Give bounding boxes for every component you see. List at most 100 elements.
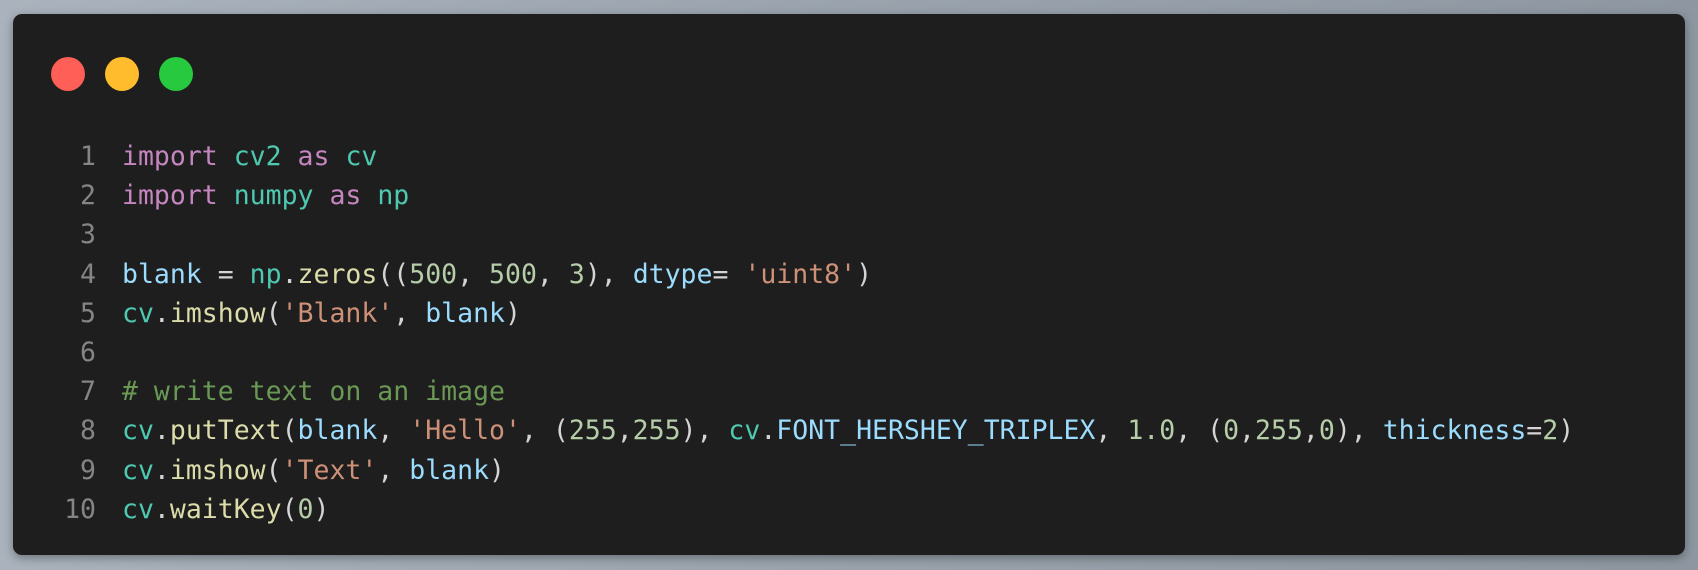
- line-number: 4: [80, 258, 96, 290]
- code-text: cv.waitKey(0): [122, 490, 329, 529]
- code-token-plain: ,: [377, 454, 410, 486]
- code-token-plain: ,: [377, 415, 410, 447]
- code-token-number: 1.0: [1127, 415, 1176, 447]
- code-token-plain: ,: [1302, 415, 1319, 447]
- code-token-module: np: [377, 180, 410, 212]
- code-token-string: 'Text': [281, 454, 378, 486]
- code-token-function: waitKey: [169, 493, 282, 525]
- code-token-number: 0: [1318, 415, 1335, 447]
- code-token-module: np: [249, 258, 282, 290]
- code-token-plain: ): [856, 258, 873, 290]
- code-token-plain: ): [313, 493, 330, 525]
- code-text: import numpy as np: [122, 176, 409, 215]
- code-token-function: putText: [169, 415, 282, 447]
- code-token-module: cv: [728, 415, 761, 447]
- code-token-plain: .: [153, 297, 170, 329]
- code-token-keyword: import: [122, 141, 218, 172]
- line-number: 3: [80, 219, 96, 251]
- code-token-number: 0: [1223, 415, 1240, 447]
- code-text: cv.imshow('Text', blank): [122, 451, 505, 490]
- code-token-plain: =: [1526, 415, 1543, 447]
- code-text: blank = np.zeros((500, 500, 3), dtype= '…: [122, 255, 872, 294]
- code-token-plain: (: [265, 297, 282, 329]
- code-token-number: 2: [1542, 415, 1559, 447]
- code-token-number: 3: [568, 258, 585, 290]
- code-token-plain: ,: [1239, 415, 1255, 447]
- code-token-number: 255: [1255, 415, 1303, 447]
- code-token-plain: (: [281, 415, 298, 447]
- code-token-variable: thickness: [1382, 415, 1527, 447]
- code-token-variable: blank: [425, 297, 505, 329]
- code-text: cv.putText(blank, 'Hello', (255,255), cv…: [122, 411, 1574, 450]
- code-token-plain: (: [281, 493, 298, 525]
- close-button[interactable]: [51, 57, 85, 91]
- line-number: 2: [80, 180, 96, 212]
- line-number: 5: [80, 297, 96, 329]
- code-token-number: 500: [409, 258, 458, 290]
- line-number: 1: [80, 141, 96, 172]
- code-token-module: cv: [122, 493, 154, 525]
- code-token-keyword: as: [297, 141, 330, 172]
- code-token-module: cv: [122, 297, 154, 329]
- code-token-plain: ): [489, 454, 505, 486]
- code-token-comment: # write text on an image: [122, 376, 505, 408]
- line-number: 7: [80, 376, 96, 408]
- code-token-plain: , (: [520, 415, 569, 447]
- code-token-module: cv2: [233, 141, 282, 172]
- code-token-module: cv: [122, 415, 154, 447]
- line-number: 9: [80, 454, 96, 486]
- code-token-plain: ,: [616, 415, 633, 447]
- code-text: cv.imshow('Blank', blank): [122, 294, 521, 333]
- maximize-button[interactable]: [159, 57, 193, 91]
- code-token-number: 500: [489, 258, 537, 290]
- code-token-plain: ,: [536, 258, 569, 290]
- code-token-function: zeros: [297, 258, 378, 290]
- code-token-plain: ),: [584, 258, 633, 290]
- code-token-number: 255: [568, 415, 617, 447]
- code-token-plain: ,: [393, 297, 426, 329]
- code-token-module: numpy: [233, 180, 314, 212]
- code-token-variable: blank: [409, 454, 490, 486]
- line-number: 6: [80, 336, 96, 368]
- code-token-function: imshow: [169, 454, 266, 486]
- code-token-plain: ),: [1334, 415, 1383, 447]
- code-token-plain: ((: [377, 258, 410, 290]
- code-token-plain: .: [153, 415, 170, 447]
- code-token-string: 'Blank': [281, 297, 394, 329]
- code-token-function: imshow: [169, 297, 266, 329]
- code-token-number: 0: [297, 493, 314, 525]
- code-token-keyword: import: [122, 180, 218, 212]
- code-window: 1 import cv2 as cv 2 import numpy as np 3 4 bl…: [13, 14, 1685, 555]
- line-number: 10: [64, 493, 96, 525]
- code-token-plain: .: [281, 258, 298, 290]
- minimize-button[interactable]: [105, 57, 139, 91]
- code-token-string: 'Hello': [409, 415, 521, 447]
- code-token-plain: ,: [1095, 415, 1128, 447]
- code-token-variable: blank: [122, 258, 202, 290]
- code-token-plain: ),: [680, 415, 729, 447]
- code-token-module: cv: [345, 141, 378, 172]
- code-token-plain: .: [153, 493, 170, 525]
- code-token-plain: ,: [457, 258, 490, 290]
- code-token-module: cv: [122, 454, 154, 486]
- code-token-plain: =: [712, 258, 745, 290]
- code-token-plain: (: [265, 454, 282, 486]
- code-token-variable: blank: [297, 415, 378, 447]
- code-token-variable: dtype: [632, 258, 713, 290]
- code-token-plain: ): [504, 297, 521, 329]
- line-number: 8: [80, 415, 96, 447]
- code-token-plain: .: [153, 454, 170, 486]
- code-token-string: 'uint8': [744, 258, 857, 290]
- code-token-plain: .: [760, 415, 777, 447]
- code-token-plain: ): [1558, 415, 1575, 447]
- code-token-number: 255: [632, 415, 681, 447]
- code-token-variable: FONT_HERSHEY_TRIPLEX: [776, 415, 1096, 447]
- code-text: import cv2 as cv: [122, 137, 377, 176]
- code-token-plain: =: [201, 258, 250, 290]
